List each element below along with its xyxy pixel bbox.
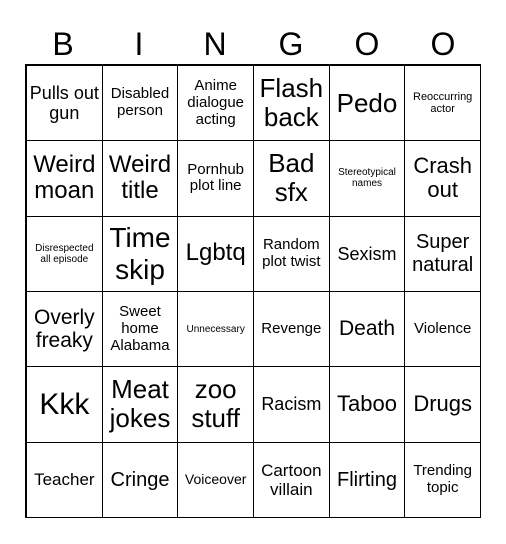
header-letter: I (134, 26, 144, 62)
bingo-cell[interactable]: Sweet home Alabama (101, 291, 179, 368)
header-letter: O (354, 26, 380, 62)
bingo-cell[interactable]: Stereotypical names (328, 140, 406, 217)
bingo-cell[interactable]: Taboo (328, 366, 406, 443)
bingo-cell[interactable]: zoo stuff (177, 366, 254, 443)
bingo-cell[interactable]: Reoccurring actor (404, 65, 481, 142)
bingo-cell[interactable]: Flash back (252, 65, 330, 142)
bingo-cell[interactable]: Crash out (404, 140, 481, 217)
bingo-cell[interactable]: Weird title (101, 140, 179, 217)
bingo-cell[interactable]: Pedo (328, 65, 406, 142)
bingo-cell[interactable]: Anime dialogue acting (177, 65, 254, 142)
bingo-cell[interactable]: Cartoon villain (252, 441, 330, 518)
bingo-cell[interactable]: Violence (404, 291, 481, 368)
bingo-cell[interactable]: Revenge (252, 291, 330, 368)
bingo-cell[interactable]: Bad sfx (252, 140, 330, 217)
bingo-cell[interactable]: Kkk (26, 366, 103, 443)
bingo-cell[interactable]: Unnecessary (177, 291, 254, 368)
bingo-cell[interactable]: Cringe (101, 441, 179, 518)
bingo-cell[interactable]: Drugs (404, 366, 481, 443)
bingo-cell[interactable]: Trending topic (404, 441, 481, 518)
header-letter: B (52, 26, 74, 62)
bingo-cell[interactable]: Super natural (404, 215, 481, 292)
bingo-cell[interactable]: Random plot twist (252, 215, 330, 292)
bingo-cell[interactable]: Meat jokes (101, 366, 179, 443)
bingo-cell[interactable]: Sexism (328, 215, 406, 292)
bingo-cell[interactable]: Pulls out gun (26, 65, 103, 142)
bingo-cell[interactable]: Voiceover (177, 441, 254, 518)
bingo-cell[interactable]: Time skip (101, 215, 179, 292)
bingo-cell[interactable]: Pornhub plot line (177, 140, 254, 217)
bingo-header: BINGOO (25, 24, 481, 64)
bingo-cell[interactable]: Disrespected all episode (26, 215, 103, 292)
bingo-cell[interactable]: Overly freaky (26, 291, 103, 368)
header-letter: N (203, 26, 227, 62)
bingo-cell[interactable]: Racism (252, 366, 330, 443)
bingo-cell[interactable]: Lgbtq (177, 215, 254, 292)
bingo-cell[interactable]: Disabled person (101, 65, 179, 142)
bingo-cell[interactable]: Weird moan (26, 140, 103, 217)
bingo-grid: Pulls out gun Disabled person Anime dialog… (25, 64, 481, 518)
header-letter: G (278, 26, 304, 62)
bingo-cell[interactable]: Flirting (328, 441, 406, 518)
bingo-cell[interactable]: Teacher (26, 441, 103, 518)
bingo-cell[interactable]: Death (328, 291, 406, 368)
header-letter: O (430, 26, 456, 62)
